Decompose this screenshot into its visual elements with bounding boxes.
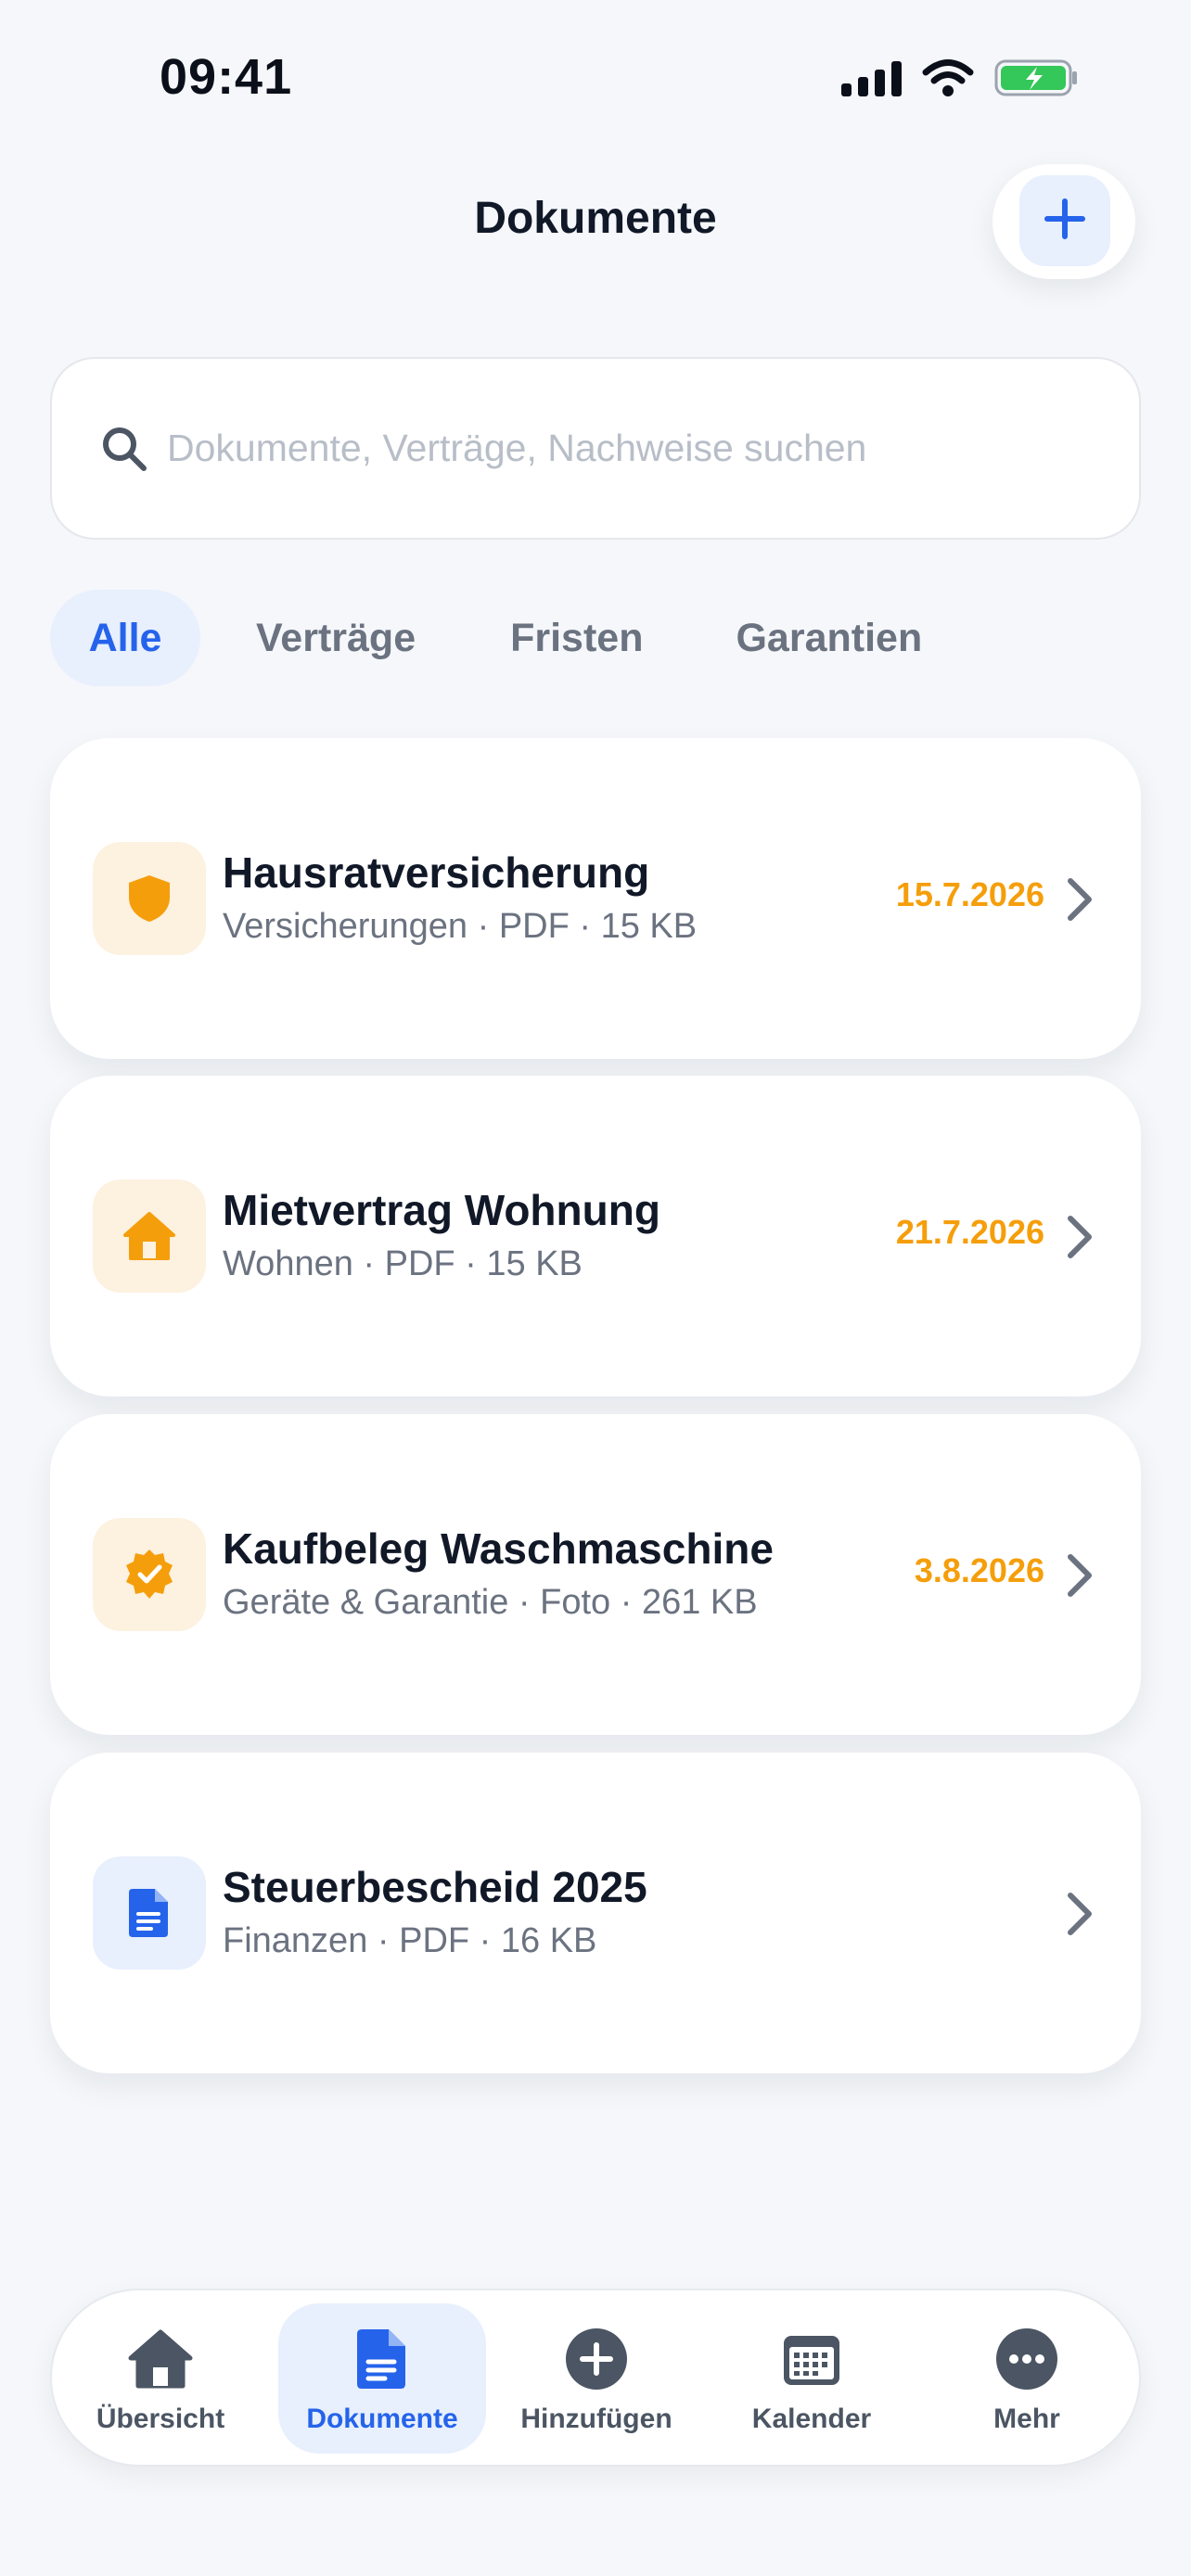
document-icon <box>129 1889 168 1937</box>
cellular-signal-icon <box>841 59 902 96</box>
document-meta: Versicherungen · PDF · 15 KB <box>223 907 698 946</box>
plus-circle-icon <box>559 2322 634 2396</box>
tab-fristen[interactable]: Fristen <box>510 590 643 686</box>
nav-label: Dokumente <box>306 2404 458 2434</box>
search-icon <box>96 421 152 477</box>
document-card[interactable]: Mietvertrag Wohnung Wohnen · PDF · 15 KB… <box>50 1076 1141 1396</box>
document-category-icon <box>93 1856 206 1970</box>
document-title: Mietvertrag Wohnung <box>223 1186 660 1234</box>
nav-label: Übersicht <box>96 2404 225 2434</box>
filter-tabs: Alle Verträge Fristen Garantien <box>50 590 922 686</box>
house-icon <box>123 2322 198 2396</box>
document-category-icon <box>93 842 206 955</box>
document-meta: Finanzen · PDF · 16 KB <box>223 1921 597 1960</box>
document-card[interactable]: Steuerbescheid 2025 Finanzen · PDF · 16 … <box>50 1753 1141 2073</box>
document-title: Hausratversicherung <box>223 848 650 897</box>
tab-alle[interactable]: Alle <box>50 590 200 686</box>
calendar-icon <box>775 2322 849 2396</box>
status-icons <box>841 57 1080 98</box>
chevron-right-icon <box>1068 1216 1092 1258</box>
document-deadline-date: 3.8.2026 <box>914 1551 1044 1589</box>
document-category-icon <box>93 1518 206 1631</box>
search-input[interactable] <box>167 427 1095 470</box>
document-card[interactable]: Kaufbeleg Waschmaschine Geräte & Garanti… <box>50 1414 1141 1735</box>
nav-item-dokumente[interactable]: Dokumente <box>278 2303 486 2454</box>
tab-garantien[interactable]: Garantien <box>736 590 922 686</box>
document-category-icon <box>93 1180 206 1293</box>
status-time: 09:41 <box>160 49 293 105</box>
house-icon <box>123 1212 175 1260</box>
document-meta: Wohnen · PDF · 15 KB <box>223 1244 583 1283</box>
nav-item-kalender[interactable]: Kalender <box>716 2303 907 2454</box>
chevron-right-icon <box>1068 878 1092 921</box>
document-deadline-date: 21.7.2026 <box>895 1213 1044 1251</box>
document-title: Kaufbeleg Waschmaschine <box>223 1524 774 1573</box>
nav-label: Mehr <box>993 2404 1060 2434</box>
wifi-icon <box>922 58 974 97</box>
document-title: Steuerbescheid 2025 <box>223 1863 647 1911</box>
nav-item-mehr[interactable]: Mehr <box>931 2303 1122 2454</box>
nav-label: Kalender <box>751 2404 872 2434</box>
nav-item-uebersicht[interactable]: Übersicht <box>65 2303 256 2454</box>
status-bar: 09:41 <box>0 0 1191 158</box>
search-bar[interactable] <box>50 357 1141 540</box>
add-document-button[interactable] <box>1019 175 1110 266</box>
more-icon <box>990 2322 1064 2396</box>
document-card[interactable]: Hausratversicherung Versicherungen · PDF… <box>50 738 1141 1059</box>
shield-icon <box>129 875 170 922</box>
plus-icon <box>1042 196 1088 247</box>
document-deadline-date: 15.7.2026 <box>895 875 1044 913</box>
chevron-right-icon <box>1068 1893 1092 1935</box>
document-icon <box>345 2322 419 2396</box>
badge-check-icon <box>126 1549 173 1599</box>
document-meta: Geräte & Garantie · Foto · 261 KB <box>223 1583 758 1622</box>
nav-label: Hinzufügen <box>520 2404 672 2434</box>
chevron-right-icon <box>1068 1554 1092 1597</box>
bottom-navigation: Übersicht Dokumente Hinzufügen Kalender … <box>50 2289 1141 2467</box>
battery-charging-icon <box>994 57 1080 98</box>
nav-item-hinzufuegen[interactable]: Hinzufügen <box>501 2303 692 2454</box>
tab-vertraege[interactable]: Verträge <box>256 590 416 686</box>
